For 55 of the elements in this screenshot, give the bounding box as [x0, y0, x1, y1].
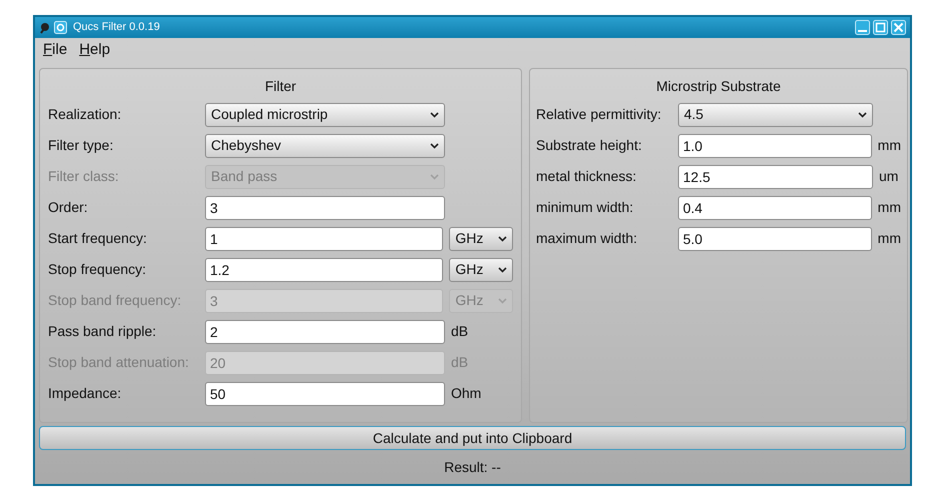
field-label: Stop frequency:: [48, 260, 148, 279]
dropdown[interactable]: 4.5: [678, 102, 873, 126]
chevron-icon: [430, 112, 439, 118]
field-label: Relative permittivity:: [536, 105, 662, 124]
unit-dropdown[interactable]: GHz: [449, 258, 513, 282]
close-icon[interactable]: [891, 20, 906, 35]
minimize-icon[interactable]: [855, 20, 870, 35]
field-label: Realization:: [48, 105, 122, 124]
input-field[interactable]: 1.2: [205, 258, 444, 282]
input-field[interactable]: 3: [205, 196, 445, 220]
input-field[interactable]: 12.5: [678, 164, 873, 188]
window-menu-icon[interactable]: [54, 21, 67, 34]
panel-title: Microstrip Substrate: [656, 76, 781, 96]
unit-label: mm: [878, 198, 901, 217]
unit-label: dB: [451, 322, 468, 341]
field-label: Filter class:: [48, 167, 120, 186]
unit-label: mm: [878, 229, 901, 248]
unit-label: um: [879, 167, 898, 186]
input-field[interactable]: 1.0: [678, 134, 872, 158]
window-title: Qucs Filter 0.0.19: [73, 20, 160, 36]
panel-title: Filter: [264, 76, 296, 96]
chevron-icon: [858, 112, 867, 118]
field-label: Impedance:: [48, 384, 122, 403]
chevron-icon: [498, 298, 507, 304]
chevron-icon: [498, 236, 507, 242]
field-label: Stop band attenuation:: [48, 353, 190, 372]
app-icon: [39, 22, 51, 34]
chevron-icon: [430, 174, 439, 180]
field-label: metal thickness:: [536, 167, 638, 186]
maximize-icon[interactable]: [873, 20, 888, 35]
calculate-button[interactable]: Calculate and put into Clipboard: [39, 426, 906, 450]
field-label: Filter type:: [48, 136, 114, 155]
input-field[interactable]: 1: [205, 226, 444, 250]
unit-label: Ohm: [451, 384, 482, 403]
menu-item[interactable]: Help: [79, 38, 110, 62]
chevron-icon: [430, 142, 439, 148]
field-label: maximum width:: [536, 229, 638, 248]
menu-item[interactable]: File: [43, 38, 68, 62]
input-field[interactable]: 2: [205, 320, 445, 344]
field-label: Order:: [48, 198, 89, 217]
field-label: Substrate height:: [536, 136, 643, 155]
field-label: Start frequency:: [48, 229, 148, 248]
input-field[interactable]: 5.0: [678, 226, 872, 250]
unit-label: dB: [451, 353, 468, 372]
field-label: minimum width:: [536, 198, 634, 217]
field-label: Stop band frequency:: [48, 291, 182, 310]
input-field[interactable]: 0.4: [678, 196, 872, 220]
unit-label: mm: [878, 136, 901, 155]
field-label: Pass band ripple:: [48, 322, 158, 341]
unit-dropdown[interactable]: GHz: [449, 226, 513, 250]
input-field[interactable]: 50: [205, 382, 445, 406]
result-label: Result: --: [444, 458, 501, 476]
chevron-icon: [498, 266, 507, 272]
dropdown[interactable]: Chebyshev: [205, 134, 445, 158]
dropdown[interactable]: Coupled microstrip: [205, 102, 445, 126]
